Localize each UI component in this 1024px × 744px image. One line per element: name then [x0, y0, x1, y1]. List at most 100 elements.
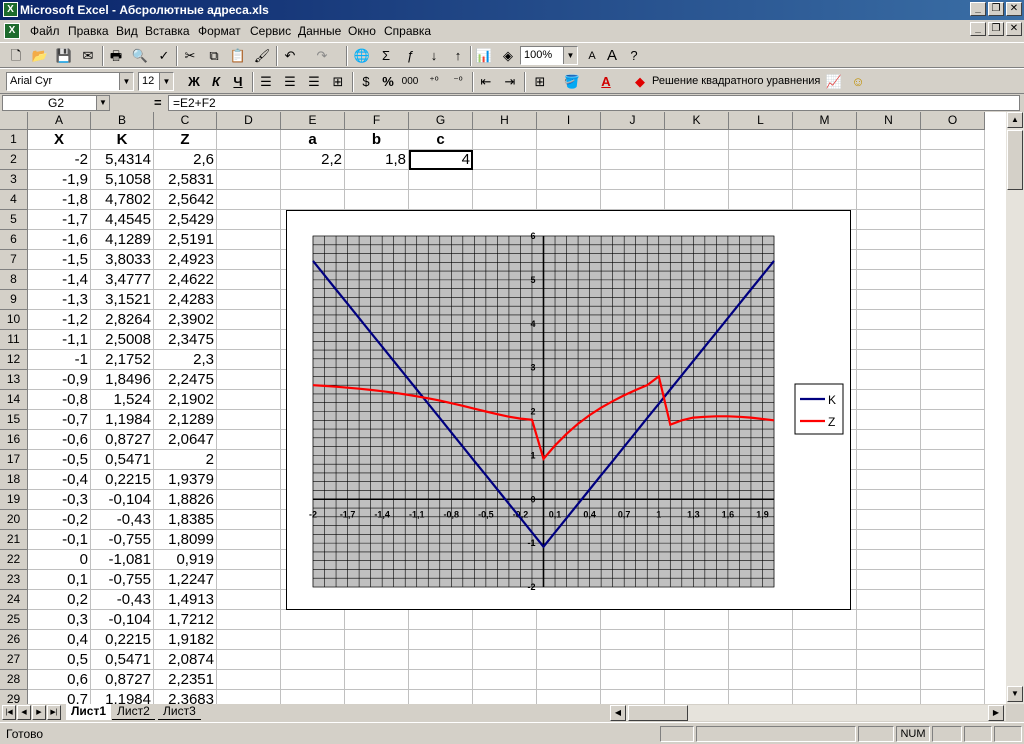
cell[interactable] — [857, 310, 921, 330]
column-header-j[interactable]: J — [601, 112, 665, 130]
cell[interactable] — [921, 190, 985, 210]
cell[interactable] — [217, 450, 281, 470]
cell[interactable] — [857, 290, 921, 310]
cell[interactable] — [217, 490, 281, 510]
param-c-cell-selected[interactable]: 4 — [409, 150, 473, 170]
print-preview-icon[interactable]: 🔍 — [130, 46, 150, 66]
row-header[interactable]: 21 — [0, 530, 28, 550]
cell[interactable] — [729, 630, 793, 650]
k-value-cell[interactable]: -0,755 — [91, 530, 154, 550]
z-value-cell[interactable]: 1,8099 — [154, 530, 217, 550]
autosum-icon[interactable]: Σ — [376, 46, 396, 66]
increase-decimal-icon[interactable]: ⁺⁰ — [424, 72, 444, 92]
redo-icon[interactable]: ↷ — [312, 46, 332, 66]
k-value-cell[interactable]: -0,755 — [91, 570, 154, 590]
cell[interactable] — [793, 690, 857, 704]
vertical-scrollbar[interactable]: ▲ ▼ — [1006, 112, 1024, 704]
menu-edit[interactable]: Правка — [68, 24, 109, 38]
cell[interactable] — [921, 350, 985, 370]
x-value-cell[interactable]: 0,2 — [28, 590, 91, 610]
x-value-cell[interactable]: -0,2 — [28, 510, 91, 530]
cell[interactable] — [921, 450, 985, 470]
chevron-down-icon[interactable]: ▼ — [119, 73, 133, 90]
scroll-right-icon[interactable]: ▶ — [988, 705, 1004, 721]
param-a-cell[interactable]: 2,2 — [281, 150, 345, 170]
open-folder-icon[interactable]: 📂 — [30, 46, 50, 66]
cell[interactable] — [665, 690, 729, 704]
chart-wizard-icon[interactable]: 📊 — [474, 46, 494, 66]
hscroll-thumb[interactable] — [628, 705, 688, 721]
cell[interactable] — [281, 610, 345, 630]
cell[interactable] — [217, 570, 281, 590]
cell[interactable] — [473, 650, 537, 670]
menu-tools[interactable]: Сервис — [250, 24, 291, 38]
header-z[interactable]: Z — [154, 130, 217, 150]
row-header[interactable]: 3 — [0, 170, 28, 190]
undo-icon[interactable]: ↶ — [280, 46, 300, 66]
cell[interactable] — [601, 610, 665, 630]
cell[interactable] — [217, 610, 281, 630]
decrease-indent-icon[interactable]: ⇤ — [476, 72, 496, 92]
cell[interactable] — [601, 650, 665, 670]
cell[interactable] — [409, 650, 473, 670]
cell[interactable] — [729, 170, 793, 190]
header-x[interactable]: X — [28, 130, 91, 150]
worksheet-grid[interactable]: ABCDEFGHIJKLMNO 1 2 3 4 5 6 7 8 9 10 11 12 13 14 15 16 1… — [0, 112, 1006, 704]
z-value-cell[interactable]: 2,0647 — [154, 430, 217, 450]
cell[interactable] — [601, 690, 665, 704]
cell[interactable] — [665, 170, 729, 190]
cell[interactable] — [921, 410, 985, 430]
cell[interactable] — [921, 530, 985, 550]
z-value-cell[interactable]: 1,2247 — [154, 570, 217, 590]
cell[interactable] — [217, 170, 281, 190]
cell[interactable] — [217, 330, 281, 350]
decrease-font-icon[interactable]: A — [602, 46, 622, 66]
cell[interactable] — [217, 630, 281, 650]
cell[interactable] — [537, 690, 601, 704]
z-value-cell[interactable]: 2,4283 — [154, 290, 217, 310]
select-all-corner[interactable] — [0, 112, 28, 130]
header-b[interactable]: b — [345, 130, 409, 150]
k-value-cell[interactable]: 1,1984 — [91, 690, 154, 704]
cell[interactable] — [217, 390, 281, 410]
cell[interactable] — [473, 690, 537, 704]
column-header-d[interactable]: D — [217, 112, 281, 130]
scroll-left-icon[interactable]: ◀ — [610, 705, 626, 721]
row-header[interactable]: 12 — [0, 350, 28, 370]
font-color-icon[interactable]: A — [596, 72, 616, 92]
cell[interactable] — [857, 210, 921, 230]
chart-macro-icon[interactable]: 📈 — [824, 72, 844, 92]
k-value-cell[interactable]: -0,104 — [91, 490, 154, 510]
align-left-icon[interactable]: ☰ — [256, 72, 276, 92]
k-value-cell[interactable]: 4,1289 — [91, 230, 154, 250]
x-value-cell[interactable]: -1 — [28, 350, 91, 370]
cell[interactable] — [537, 610, 601, 630]
cell[interactable] — [217, 690, 281, 704]
cell[interactable] — [409, 610, 473, 630]
cell[interactable] — [217, 130, 281, 150]
menu-view[interactable]: Вид — [116, 24, 138, 38]
column-header-f[interactable]: F — [345, 112, 409, 130]
cell[interactable] — [921, 370, 985, 390]
cell[interactable] — [857, 450, 921, 470]
cell[interactable] — [857, 170, 921, 190]
k-value-cell[interactable]: 1,524 — [91, 390, 154, 410]
cell[interactable] — [857, 150, 921, 170]
cell[interactable] — [409, 190, 473, 210]
cell[interactable] — [217, 250, 281, 270]
k-value-cell[interactable]: 0,8727 — [91, 430, 154, 450]
cell[interactable] — [537, 130, 601, 150]
cell[interactable] — [921, 150, 985, 170]
z-value-cell[interactable]: 2,3475 — [154, 330, 217, 350]
workbook-minimize-button[interactable]: _ — [970, 22, 986, 36]
chevron-down-icon[interactable]: ▼ — [96, 96, 109, 110]
k-value-cell[interactable]: 1,1984 — [91, 410, 154, 430]
cell[interactable] — [217, 290, 281, 310]
z-value-cell[interactable]: 2,2351 — [154, 670, 217, 690]
name-box[interactable]: G2 ▼ — [2, 95, 110, 111]
cell[interactable] — [857, 670, 921, 690]
cell[interactable] — [217, 590, 281, 610]
cell[interactable] — [857, 690, 921, 704]
cell[interactable] — [345, 650, 409, 670]
cell[interactable] — [217, 670, 281, 690]
